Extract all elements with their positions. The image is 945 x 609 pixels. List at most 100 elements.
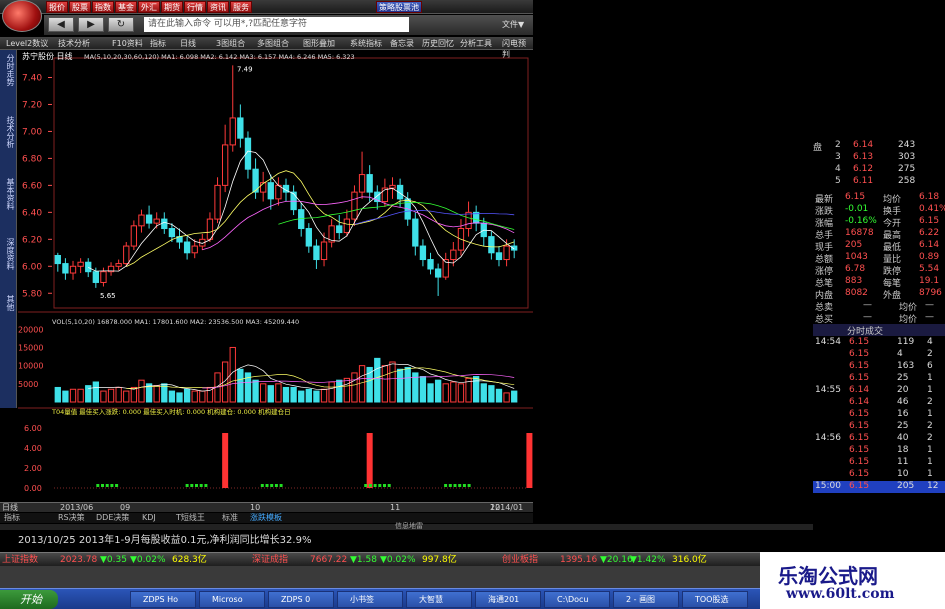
candle-body	[145, 214, 153, 224]
news-bar[interactable]: 2013/10/25 2013年1-9月每股收益0.1元,净利润同比增长32.9…	[0, 530, 813, 546]
stat-cell: 6.14	[919, 240, 940, 250]
volume-bar	[450, 381, 457, 403]
candle-body	[465, 211, 472, 230]
menu-item[interactable]: 报价	[46, 1, 68, 13]
taskbar-window-button[interactable]: Microso	[199, 591, 265, 608]
taskbar-window-button[interactable]: 小书签	[337, 591, 403, 608]
toolbar-item[interactable]: 图形叠加	[303, 38, 335, 49]
menu-item[interactable]: 指数	[92, 1, 114, 13]
kline-chart[interactable]: 苏宁股份 日线 MA(5,10,20,30,60,120) MA1: 6.098 …	[18, 50, 533, 502]
toolbar-item[interactable]: Level2数议	[6, 38, 48, 49]
volume-bar	[404, 366, 411, 403]
left-nav-tab[interactable]: 技术分析	[1, 116, 15, 148]
app-logo[interactable]	[2, 0, 42, 32]
tick-cell: 46	[897, 397, 909, 407]
windows-taskbar: 开始 ZDPS Ho Microso ZDPS 0 小书签 大智慧 海通201 C:\Doc…	[0, 588, 760, 609]
signal-dot	[453, 484, 457, 487]
candle-body	[260, 182, 267, 193]
taskbar-window-button[interactable]: 大智慧	[406, 591, 472, 608]
taskbar-window-button[interactable]: C:\Docu	[544, 591, 610, 608]
toolbar-item[interactable]: 多图组合	[257, 38, 289, 49]
indicator-tab[interactable]: T短线王	[176, 513, 205, 523]
candle-body	[206, 218, 214, 240]
signal-dot	[274, 484, 278, 487]
tick-cell: 16	[897, 409, 909, 419]
tick-cell: 6.15	[849, 469, 870, 479]
volume-bar	[351, 372, 358, 403]
back-button[interactable]: ◀	[48, 17, 74, 32]
left-nav-tab[interactable]: 深度资料	[1, 238, 15, 270]
menu-item[interactable]: 外汇	[138, 1, 160, 13]
taskbar-window-button[interactable]: ZDPS Ho	[130, 591, 196, 608]
indicator-tab[interactable]: DDE决策	[96, 513, 129, 523]
file-menu[interactable]: 文件▼	[502, 19, 524, 30]
taskbar-window-button[interactable]: 2 - 画图	[613, 591, 679, 608]
signal-dot	[190, 484, 194, 487]
start-button[interactable]: 开始	[0, 590, 58, 609]
tick-cell: 2	[927, 433, 933, 443]
candle-body	[77, 261, 84, 267]
signal-bar	[366, 433, 373, 488]
signal-dot	[110, 484, 114, 487]
signal-dot	[373, 484, 377, 487]
volume-bar	[336, 379, 343, 403]
toolbar-item[interactable]: 分析工具	[460, 38, 492, 49]
date-label: 2014/01	[490, 503, 524, 512]
candle-body	[183, 241, 191, 254]
toolbar-item[interactable]: 3图组合	[216, 38, 245, 49]
indicator-tab[interactable]: 指标	[4, 513, 20, 523]
volume-bar	[419, 376, 427, 403]
menu-item[interactable]: 资讯	[207, 1, 229, 13]
ticks-header[interactable]: 分时成交	[813, 324, 945, 337]
toolbar-item[interactable]: 闪电预判	[502, 38, 533, 59]
forward-button[interactable]: ▶	[78, 17, 104, 32]
indicator-tab[interactable]: 涨跌模板	[250, 513, 282, 523]
ticker-cell: ▼0.35	[100, 555, 127, 565]
low-marker: 5.65	[100, 292, 116, 300]
tick-cell: 163	[897, 361, 915, 371]
indicator-tab[interactable]: RS决策	[58, 513, 85, 523]
menu-item[interactable]: 服务	[230, 1, 252, 13]
volume-bar	[328, 381, 335, 403]
left-nav: 分时走势技术分析基本资料深度资料其他	[0, 50, 17, 408]
command-input[interactable]: 请在此输入命令 可以用*,?匹配任意字符	[144, 17, 409, 32]
volume-bar	[115, 386, 122, 403]
stat-cell: 883	[845, 276, 863, 286]
toolbar-item[interactable]: 历史回忆	[422, 38, 454, 49]
volume-bar	[313, 390, 320, 403]
menu-item[interactable]: 股票	[69, 1, 91, 13]
toolbar-item[interactable]: 系统指标	[350, 38, 382, 49]
price-tick-label: 6.40	[22, 208, 42, 218]
menu-item[interactable]: 行情	[184, 1, 206, 13]
toolbar-item[interactable]: 日线	[180, 38, 196, 49]
refresh-button[interactable]: ↻	[108, 17, 134, 32]
tick-cell: 6.15	[849, 421, 870, 431]
taskbar-window-button[interactable]: ZDPS 0	[268, 591, 334, 608]
taskbar-window-button[interactable]: 海通201	[475, 591, 541, 608]
candle-body	[434, 268, 442, 278]
watermark-box: 乐淘公式网 www.60lt.com	[760, 552, 945, 609]
toolbar-item[interactable]: 备忘录	[390, 38, 414, 49]
order-book-row: 3 6.13 303	[813, 152, 945, 164]
menu-item[interactable]: 期货	[161, 1, 183, 13]
menu-item[interactable]: 基金	[115, 1, 137, 13]
taskbar-window-button[interactable]: TOO股选	[682, 591, 748, 608]
indicator-tab[interactable]: KDJ	[142, 513, 156, 523]
candle-body	[221, 144, 229, 186]
candle-body	[366, 174, 373, 193]
left-nav-tab[interactable]: 基本资料	[1, 178, 15, 210]
volume-bar	[168, 390, 176, 403]
stat-row: 内盘 8082 外盘 8796	[813, 288, 945, 301]
signal-dot	[448, 484, 452, 487]
toolbar-item[interactable]: 技术分析	[58, 38, 90, 49]
left-nav-tab[interactable]: 其他	[1, 295, 15, 311]
volume-bar	[457, 383, 465, 403]
menu-item-strategy-pool[interactable]: 策略股票池	[376, 1, 422, 13]
candle-body	[495, 252, 503, 261]
tick-cell: 1	[927, 373, 933, 383]
toolbar-item[interactable]: F10资料	[112, 38, 143, 49]
tick-cell: 6	[927, 361, 933, 371]
left-nav-tab[interactable]: 分时走势	[1, 54, 15, 86]
toolbar-item[interactable]: 指标	[150, 38, 166, 49]
indicator-tab[interactable]: 标准	[222, 513, 238, 523]
